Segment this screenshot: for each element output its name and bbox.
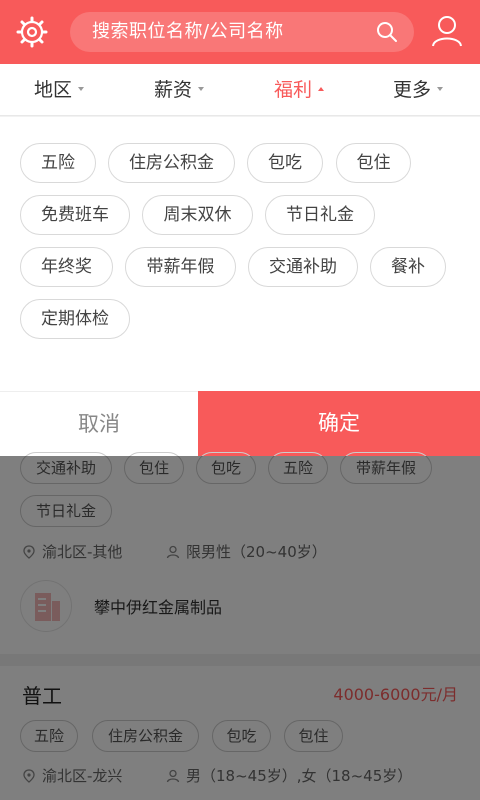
- location-pin-icon: [23, 545, 35, 559]
- filter-tabs: 地区 薪资 福利 更多: [0, 64, 480, 116]
- location-pin-icon: [23, 769, 35, 783]
- company-name: 攀中伊红金属制品: [94, 598, 223, 617]
- job-tag: 包吃: [196, 452, 256, 484]
- welfare-option[interactable]: 节日礼金: [265, 195, 375, 235]
- tab-salary[interactable]: 薪资: [154, 64, 205, 116]
- welfare-option[interactable]: 周末双休: [142, 195, 253, 235]
- welfare-options-panel: 五险 住房公积金 包吃 包住 免费班车 周末双休 节日礼金 年终奖 带薪年假 交…: [0, 117, 480, 391]
- tab-region[interactable]: 地区: [34, 64, 85, 116]
- user-profile-icon[interactable]: [430, 14, 464, 48]
- welfare-option[interactable]: 年终奖: [20, 247, 113, 287]
- job-tag: 包住: [124, 452, 184, 484]
- welfare-option[interactable]: 餐补: [370, 247, 446, 287]
- list-divider: [0, 654, 480, 666]
- job-requirement: 限男性（20~40岁）: [166, 541, 327, 562]
- job-tag: 五险: [20, 720, 78, 752]
- job-tag: 包住: [284, 720, 343, 752]
- job-tag: 住房公积金: [92, 720, 199, 752]
- caret-up-icon: [318, 86, 325, 91]
- welfare-option[interactable]: 包住: [336, 143, 411, 183]
- tab-welfare[interactable]: 福利: [274, 64, 325, 116]
- settings-gear-icon[interactable]: [14, 14, 50, 50]
- company-logo: [20, 580, 72, 632]
- job-tag: 带薪年假: [340, 452, 432, 484]
- job-tag: 交通补助: [20, 452, 112, 484]
- top-bar: 搜索职位名称/公司名称: [0, 0, 480, 64]
- building-icon: [35, 593, 60, 621]
- caret-down-icon: [78, 86, 85, 91]
- job-requirement: 男（18~45岁）,女（18~45岁）: [166, 765, 412, 786]
- welfare-option[interactable]: 定期体检: [20, 299, 130, 339]
- search-input[interactable]: 搜索职位名称/公司名称: [92, 12, 284, 52]
- job-location: 渝北区-龙兴: [22, 765, 122, 786]
- cancel-button[interactable]: 取消: [0, 391, 198, 456]
- welfare-option[interactable]: 五险: [20, 143, 96, 183]
- welfare-option[interactable]: 免费班车: [20, 195, 130, 235]
- job-tag: 五险: [268, 452, 328, 484]
- person-icon: [166, 769, 180, 783]
- person-icon: [166, 545, 180, 559]
- confirm-button[interactable]: 确定: [198, 391, 480, 456]
- welfare-option[interactable]: 包吃: [247, 143, 323, 183]
- job-salary: 4000-6000元/月: [333, 685, 458, 704]
- job-tag: 节日礼金: [20, 495, 112, 527]
- job-title: 普工: [22, 684, 62, 708]
- welfare-option[interactable]: 交通补助: [248, 247, 358, 287]
- welfare-option[interactable]: 住房公积金: [108, 143, 235, 183]
- panel-actions: 取消 确定: [0, 391, 480, 456]
- caret-down-icon: [437, 86, 444, 91]
- tab-more[interactable]: 更多: [393, 64, 444, 116]
- job-tag: 包吃: [212, 720, 271, 752]
- welfare-option[interactable]: 带薪年假: [125, 247, 236, 287]
- search-icon[interactable]: [376, 21, 398, 43]
- search-bar[interactable]: 搜索职位名称/公司名称: [70, 12, 414, 52]
- job-location: 渝北区-其他: [22, 541, 122, 562]
- caret-down-icon: [198, 86, 205, 91]
